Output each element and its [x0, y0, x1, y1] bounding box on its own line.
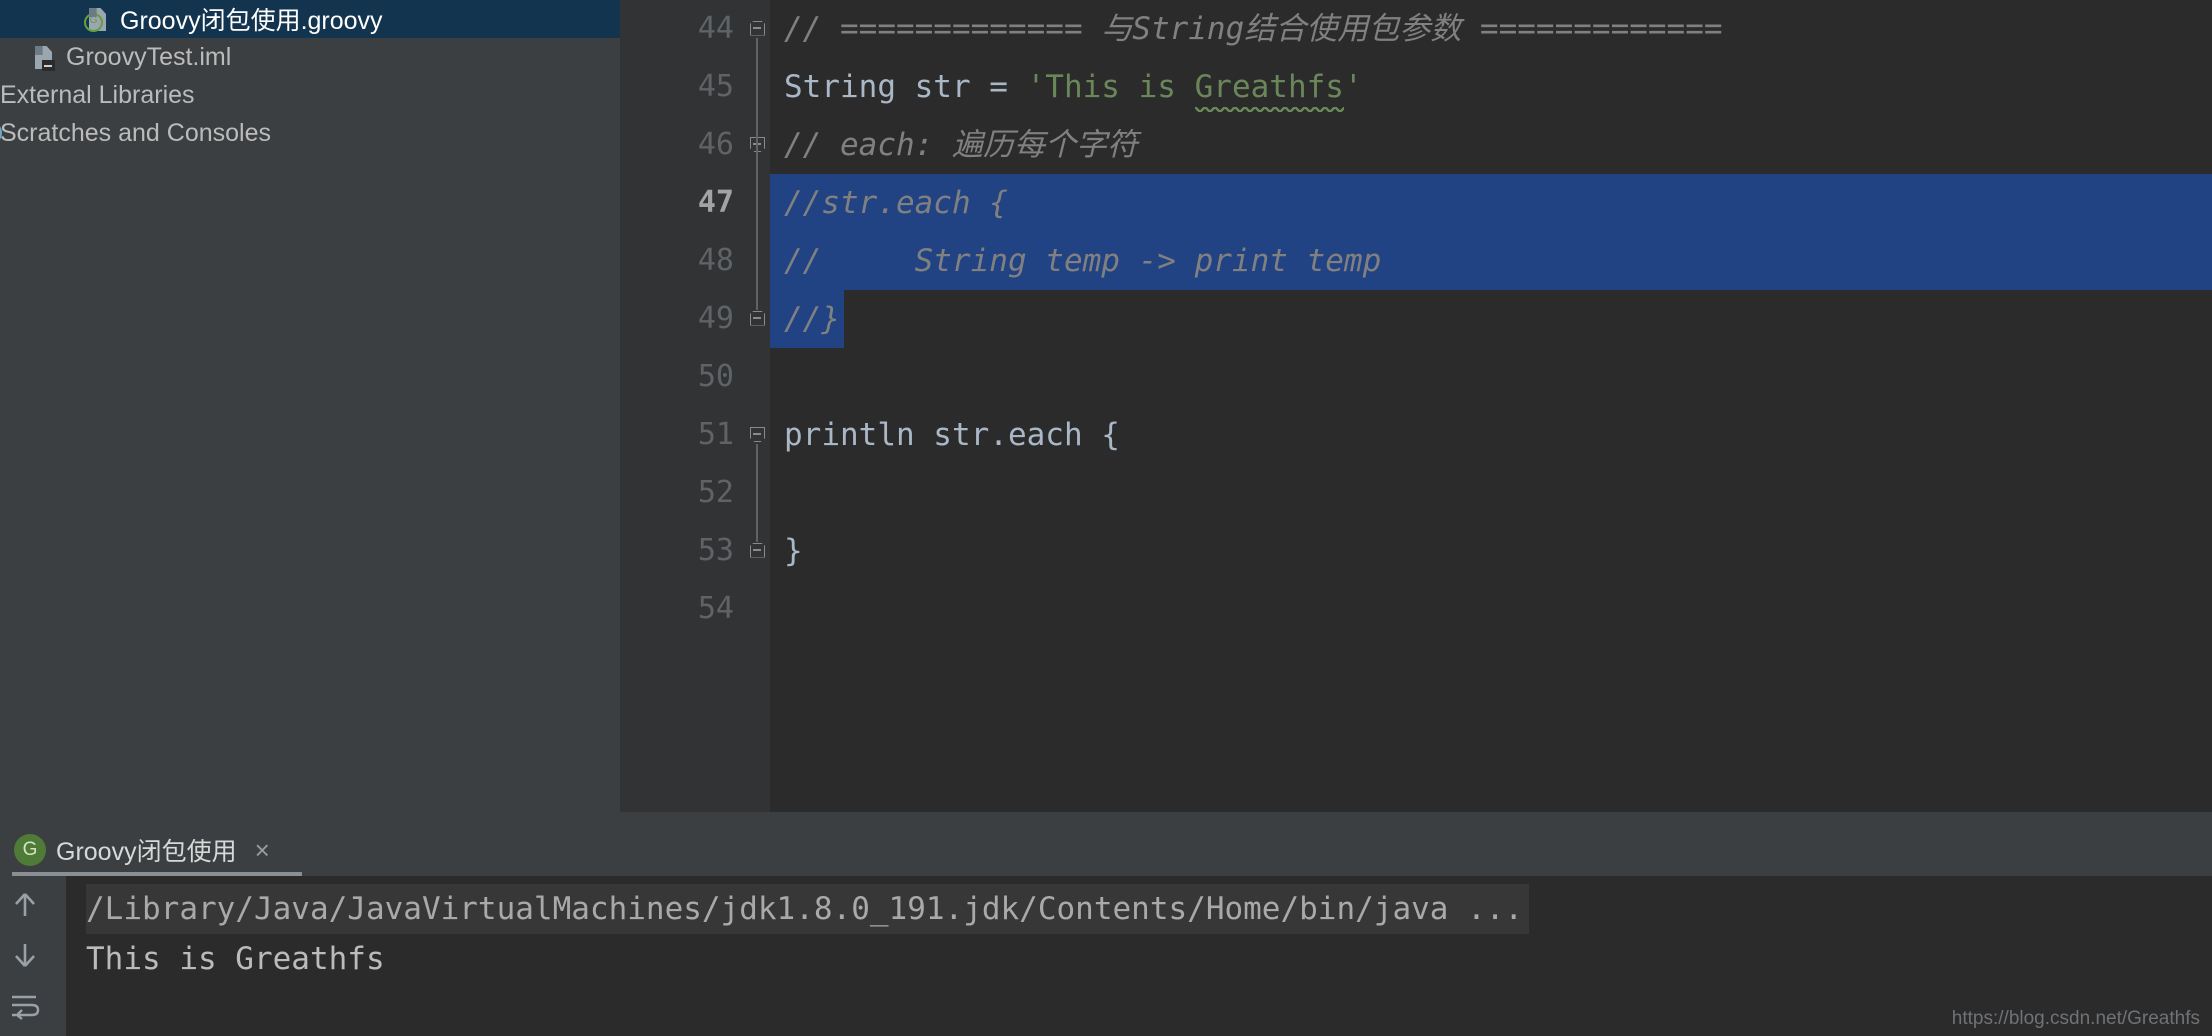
tree-item-iml-file[interactable]: GroovyTest.iml [0, 38, 620, 76]
code-line[interactable] [770, 348, 2212, 406]
line-number-column: 44 45 46 47 48 49 50 51 52 53 54 [620, 0, 750, 638]
close-icon[interactable]: × [255, 837, 270, 863]
console-output-line: This is Greathfs [86, 941, 385, 977]
fold-marker-column[interactable] [750, 0, 770, 812]
fold-region-line [756, 38, 758, 310]
run-tool-window[interactable]: G Groovy闭包使用 × /Library/Java/JavaVirtual… [0, 824, 2212, 1036]
project-tool-window[interactable]: G Groovy闭包使用.groovy GroovyTest.iml Exter… [0, 0, 620, 812]
run-tab-groovy[interactable]: G Groovy闭包使用 × [14, 828, 270, 872]
code-token: // String temp -> print temp [784, 243, 1382, 279]
code-token: str = [895, 69, 1027, 105]
code-token: // ============= 与String结合使用包参数 ========… [784, 11, 1723, 47]
editor-gutter[interactable]: 44 45 46 47 48 49 50 51 52 53 54 [620, 0, 770, 812]
tree-item-groovy-file[interactable]: G Groovy闭包使用.groovy [0, 0, 620, 38]
code-token: 'This is [1026, 69, 1195, 105]
line-number: 54 [697, 591, 734, 626]
fold-down-icon[interactable] [750, 426, 767, 444]
code-line[interactable]: // each: 遍历每个字符 [770, 116, 2212, 174]
code-line[interactable] [770, 464, 2212, 522]
scroll-down-icon[interactable] [8, 938, 42, 972]
console-toolbar[interactable] [0, 876, 50, 1036]
code-token: } [784, 533, 803, 569]
groovy-run-icon: G [14, 834, 46, 866]
line-number: 53 [697, 533, 734, 568]
groovy-file-icon: G [82, 6, 112, 32]
line-number: 47 [697, 185, 734, 220]
fold-up-icon[interactable] [750, 310, 767, 328]
console-output[interactable]: /Library/Java/JavaVirtualMachines/jdk1.8… [50, 876, 2212, 1036]
tree-item-label: Groovy闭包使用.groovy [120, 7, 383, 35]
line-number: 51 [697, 417, 734, 452]
fold-up-icon[interactable] [750, 20, 767, 38]
fold-region-line [756, 444, 758, 542]
console-left-strip [50, 876, 66, 1036]
ide-window: G Groovy闭包使用.groovy GroovyTest.iml Exter… [0, 0, 2212, 1036]
code-token: // each: 遍历每个字符 [784, 127, 1138, 163]
soft-wrap-icon[interactable] [8, 988, 42, 1022]
code-token: // [784, 185, 822, 221]
tree-item-external-libraries[interactable]: External Libraries [0, 76, 620, 114]
line-number: 45 [697, 69, 734, 104]
code-line[interactable]: // ============= 与String结合使用包参数 ========… [770, 0, 2212, 58]
module-file-icon [28, 44, 58, 71]
code-line[interactable]: String str = 'This is Greathfs' [770, 58, 2212, 116]
editor-bottom-spacer [620, 812, 2212, 824]
code-token: println str.each { [784, 417, 1120, 453]
run-tab-label: Groovy闭包使用 [56, 838, 237, 866]
tree-item-scratches-and-consoles[interactable]: Scratches and Consoles [0, 114, 620, 152]
line-number: 46 [697, 127, 734, 162]
code-text-area[interactable]: // ============= 与String结合使用包参数 ========… [770, 0, 2212, 812]
code-line[interactable]: } [770, 522, 2212, 580]
line-number: 52 [697, 475, 734, 510]
code-token: String [784, 69, 896, 105]
line-number: 44 [697, 11, 734, 46]
tree-item-label: External Libraries [0, 80, 195, 109]
code-editor[interactable]: 44 45 46 47 48 49 50 51 52 53 54 // ============= … [620, 0, 2212, 812]
tree-item-label: Scratches and Consoles [0, 118, 271, 147]
line-number: 49 [697, 301, 734, 336]
line-number: 48 [697, 243, 734, 278]
code-line[interactable]: // String temp -> print temp [770, 232, 2212, 290]
code-line[interactable]: //str.each { [770, 174, 2212, 232]
console-command-line: /Library/Java/JavaVirtualMachines/jdk1.8… [86, 884, 1530, 934]
code-line[interactable]: //} [770, 290, 2212, 348]
code-token: Greathfs [1194, 58, 1345, 116]
code-line[interactable] [770, 580, 2212, 638]
code-token: str.each { [821, 185, 1008, 221]
line-number: 50 [697, 359, 734, 394]
fold-down-icon[interactable] [750, 136, 767, 154]
watermark: https://blog.csdn.net/Greathfs [1951, 1008, 2200, 1029]
tree-item-label: GroovyTest.iml [66, 42, 232, 71]
fold-up-icon[interactable] [750, 542, 767, 560]
scroll-up-icon[interactable] [8, 888, 42, 922]
code-token: ' [1343, 69, 1363, 105]
run-tab-bar[interactable]: G Groovy闭包使用 × [0, 824, 2212, 877]
code-token: //} [784, 301, 840, 337]
code-line[interactable]: println str.each { [770, 406, 2212, 464]
